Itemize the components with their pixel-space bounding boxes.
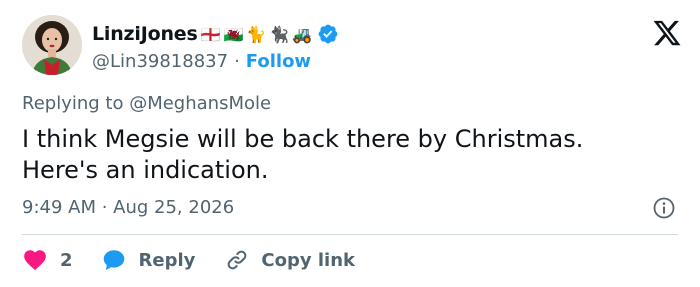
replying-to[interactable]: Replying to @MeghansMole xyxy=(22,93,271,114)
author-handle[interactable]: @Lin39818837 xyxy=(92,51,228,72)
tractor-emoji: 🚜 xyxy=(292,24,313,44)
verified-badge-icon xyxy=(318,24,338,44)
cat-emoji: 🐈 xyxy=(246,24,267,44)
reply-bubble-icon xyxy=(103,250,124,270)
reply-button[interactable]: Reply xyxy=(101,247,196,273)
england-flag-emoji: 🏴󠁧󠁢󠁥󠁮󠁧󠁿 xyxy=(200,24,221,44)
tweet-actions: 2 Reply Copy link xyxy=(22,244,355,276)
copy-link-label: Copy link xyxy=(261,249,355,271)
like-button[interactable]: 2 xyxy=(22,247,73,273)
link-icon xyxy=(228,250,247,270)
heart-icon xyxy=(24,250,46,271)
avatar-photo xyxy=(22,15,82,75)
follow-button[interactable]: Follow xyxy=(246,51,311,72)
like-count: 2 xyxy=(60,249,73,271)
reply-label: Reply xyxy=(138,249,196,271)
author-handle-row: @Lin39818837 · Follow xyxy=(92,49,311,73)
tweet-text-line: I think Megsie will be back there by Chr… xyxy=(22,125,584,153)
wales-flag-emoji: 🏴󠁧󠁢󠁷󠁬󠁳󠁿 xyxy=(223,24,244,44)
divider xyxy=(22,234,678,235)
tweet-card: LinziJones 🏴󠁧󠁢󠁥󠁮󠁧󠁿 🏴󠁧󠁢󠁷󠁬󠁳󠁿 🐈 🐈‍⬛ 🚜 @Lin3… xyxy=(0,0,700,287)
x-logo-icon[interactable] xyxy=(652,18,682,48)
avatar[interactable] xyxy=(22,15,82,75)
handle-separator: · xyxy=(234,50,240,72)
tweet-timestamp[interactable]: 9:49 AM · Aug 25, 2026 xyxy=(22,197,234,218)
copy-link-button[interactable]: Copy link xyxy=(225,248,355,272)
tweet-text: I think Megsie will be back there by Chr… xyxy=(22,124,662,186)
tweet-text-line: Here's an indication. xyxy=(22,156,269,184)
info-icon[interactable] xyxy=(652,196,676,220)
author-display-name[interactable]: LinziJones xyxy=(92,23,198,45)
author-name-row: LinziJones 🏴󠁧󠁢󠁥󠁮󠁧󠁿 🏴󠁧󠁢󠁷󠁬󠁳󠁿 🐈 🐈‍⬛ 🚜 xyxy=(92,20,339,48)
black-cat-emoji: 🐈‍⬛ xyxy=(269,24,290,44)
